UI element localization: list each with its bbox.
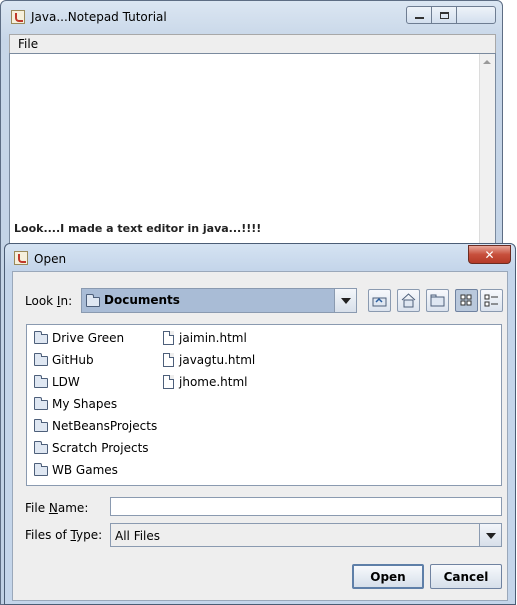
folder-icon bbox=[34, 397, 48, 410]
window-controls bbox=[406, 6, 496, 24]
maximize-button[interactable] bbox=[431, 6, 457, 24]
item-name: WB Games bbox=[52, 463, 118, 477]
look-in-value: Documents bbox=[104, 293, 180, 307]
open-button[interactable]: Open bbox=[352, 564, 424, 589]
dialog-title: Open bbox=[34, 252, 67, 266]
maximize-icon bbox=[439, 11, 449, 19]
open-dialog: Open ✕ Look In: Documents Drive Green Gi… bbox=[4, 243, 516, 605]
item-name: jhome.html bbox=[179, 375, 248, 389]
files-of-type-label-suffix: ype: bbox=[76, 528, 103, 542]
new-folder-button[interactable] bbox=[426, 289, 449, 312]
editor-text: Look....I made a text editor in java...!… bbox=[14, 222, 262, 235]
item-name: My Shapes bbox=[52, 397, 118, 411]
look-in-dropdown-button[interactable] bbox=[334, 289, 356, 312]
details-view-icon bbox=[484, 294, 498, 307]
new-folder-icon bbox=[430, 294, 445, 307]
notepad-title: Java...Notepad Tutorial bbox=[31, 10, 167, 24]
files-of-type-dropdown-button[interactable] bbox=[479, 524, 501, 546]
item-name: NetBeansProjects bbox=[52, 419, 158, 433]
folder-icon bbox=[34, 375, 48, 388]
minimize-button[interactable] bbox=[406, 6, 432, 24]
item-name: javagtu.html bbox=[179, 353, 256, 367]
close-icon: ✕ bbox=[484, 247, 495, 262]
files-of-type-label: Files of Type: bbox=[25, 528, 102, 542]
notepad-titlebar[interactable]: Java...Notepad Tutorial bbox=[1, 1, 502, 33]
look-in-label: Look In: bbox=[25, 294, 72, 308]
file-name-label: File Name: bbox=[25, 501, 88, 515]
file-name-label-prefix: File bbox=[25, 501, 49, 515]
up-one-level-icon bbox=[372, 297, 387, 307]
look-in-combo[interactable]: Documents bbox=[81, 288, 357, 313]
menu-file[interactable]: File bbox=[18, 37, 38, 51]
list-view-icon bbox=[460, 294, 472, 306]
item-name: jaimin.html bbox=[179, 331, 247, 345]
details-view-button[interactable] bbox=[480, 289, 503, 312]
folder-icon bbox=[34, 441, 48, 454]
text-editor-area[interactable]: Look....I made a text editor in java...!… bbox=[9, 53, 496, 253]
item-name: Drive Green bbox=[52, 331, 125, 345]
item-name: LDW bbox=[52, 375, 80, 389]
home-button[interactable] bbox=[397, 289, 420, 312]
files-of-type-combo[interactable]: All Files bbox=[110, 523, 502, 547]
files-of-type-label-prefix: Files of bbox=[25, 528, 71, 542]
chevron-down-icon bbox=[341, 298, 351, 304]
folder-icon bbox=[34, 353, 48, 366]
dialog-body: Look In: Documents Drive Green GitHub LD… bbox=[12, 271, 508, 601]
look-in-label-suffix: n: bbox=[60, 294, 73, 308]
home-icon bbox=[401, 293, 416, 308]
menu-bar: File bbox=[9, 34, 496, 53]
java-app-icon bbox=[14, 251, 28, 265]
files-of-type-value: All Files bbox=[115, 529, 161, 543]
item-name: Scratch Projects bbox=[52, 441, 149, 455]
file-icon bbox=[163, 331, 174, 345]
file-name-label-suffix: ame: bbox=[57, 501, 89, 515]
chevron-down-icon bbox=[486, 533, 496, 539]
look-in-label-prefix: Look bbox=[25, 294, 57, 308]
cancel-button[interactable]: Cancel bbox=[430, 564, 502, 589]
item-name: GitHub bbox=[52, 353, 94, 367]
java-app-icon bbox=[11, 10, 25, 24]
editor-scrollbar[interactable] bbox=[479, 54, 495, 252]
folder-icon bbox=[34, 331, 48, 344]
folder-icon bbox=[34, 463, 48, 476]
folder-icon bbox=[86, 294, 100, 307]
minimize-icon bbox=[414, 17, 424, 19]
dialog-close-button[interactable]: ✕ bbox=[468, 245, 511, 264]
file-list[interactable]: Drive Green GitHub LDW My Shapes NetBean… bbox=[26, 324, 502, 486]
list-view-button[interactable] bbox=[455, 289, 478, 312]
file-name-input[interactable] bbox=[110, 497, 502, 516]
up-one-level-button[interactable] bbox=[368, 289, 391, 312]
file-name-label-mnemonic: N bbox=[48, 501, 58, 515]
close-button[interactable] bbox=[456, 6, 496, 24]
file-icon bbox=[163, 375, 174, 389]
file-icon bbox=[163, 353, 174, 367]
folder-icon bbox=[34, 419, 48, 432]
scroll-up-icon[interactable] bbox=[483, 60, 491, 64]
